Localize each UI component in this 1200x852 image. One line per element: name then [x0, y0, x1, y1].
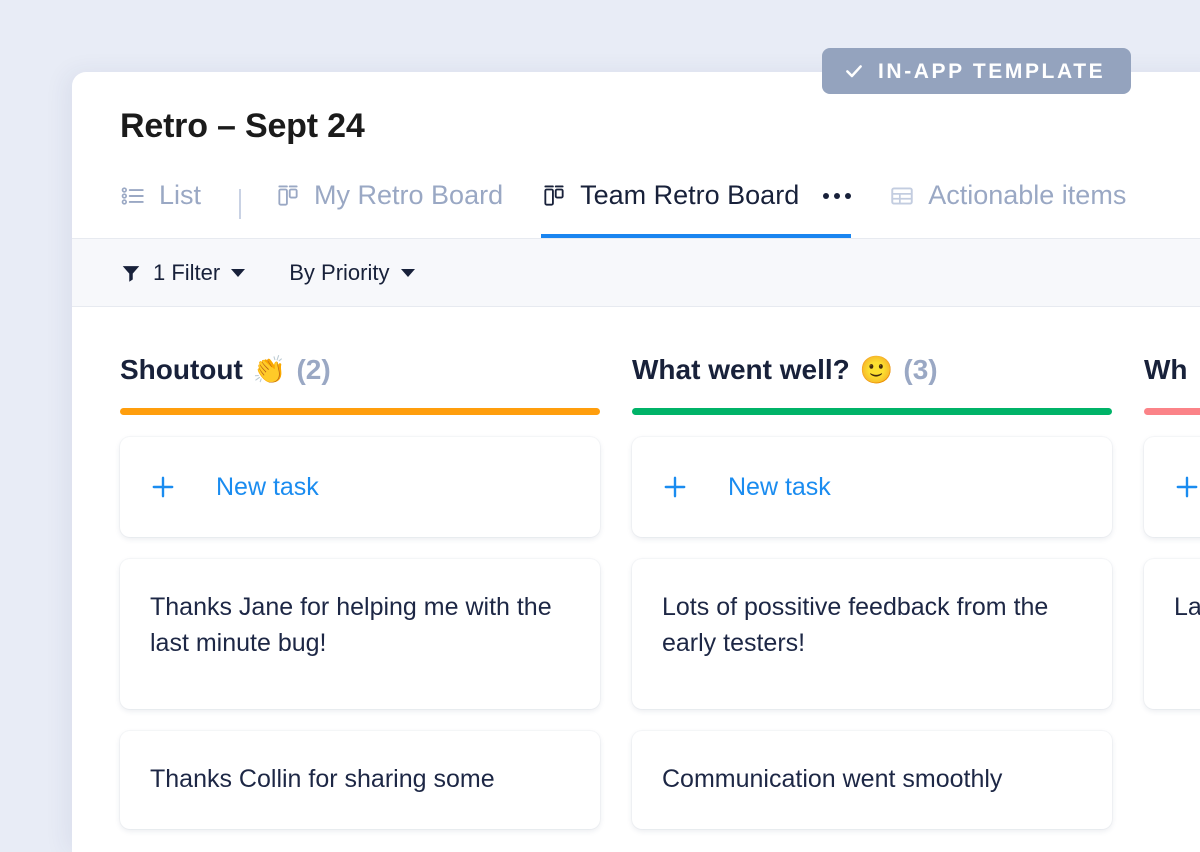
tab-actionable-items[interactable]: Actionable items [889, 167, 1126, 238]
filter-button[interactable]: 1 Filter [120, 259, 246, 285]
sort-label: By Priority [289, 259, 390, 285]
tab-actionable-items-label: Actionable items [928, 180, 1127, 211]
tab-my-retro-board[interactable]: My Retro Board [275, 167, 503, 238]
column-emoji: 👏 [252, 355, 287, 386]
column-header: Shoutout 👏 (2) [120, 355, 600, 386]
table-icon [891, 187, 913, 205]
new-task-label: New task [216, 472, 319, 501]
plus-icon [152, 476, 174, 498]
tab-team-retro-board-label: Team Retro Board [580, 180, 800, 211]
column-emoji: 🙂 [859, 355, 894, 386]
new-task-button[interactable]: New task [632, 437, 1112, 538]
funnel-icon [122, 266, 140, 282]
retro-board: Shoutout 👏 (2) New task Thanks Jane for … [72, 307, 1200, 830]
in-app-template-badge: IN-APP TEMPLATE [822, 48, 1132, 94]
filter-toolbar: 1 Filter By Priority [72, 239, 1200, 308]
board-icon [278, 185, 298, 206]
sort-button[interactable]: By Priority [289, 259, 415, 285]
tab-my-retro-board-label: My Retro Board [314, 180, 504, 211]
column-title: Shoutout [120, 354, 243, 386]
column-accent-bar [1144, 408, 1200, 416]
column-title: What went well? [632, 354, 850, 386]
new-task-button[interactable]: New task [1144, 437, 1200, 538]
list-icon [121, 187, 144, 205]
column-count: (3) [903, 354, 938, 386]
board-column-what-went-well: What went well? 🙂 (3) New task Lots of p… [632, 355, 1112, 830]
task-card[interactable]: Thanks Jane for helping me with the last… [120, 559, 600, 710]
new-task-label: New task [728, 472, 831, 501]
view-tabbar: List My Retro Board Team Retro Board Act… [72, 167, 1200, 240]
tab-list[interactable]: List [120, 167, 201, 238]
column-title: Wh [1144, 354, 1188, 386]
column-accent-bar [120, 408, 600, 416]
board-column-third: Wh New task La de [1144, 355, 1200, 777]
new-task-button[interactable]: New task [120, 437, 600, 538]
task-card[interactable]: Communication went smoothly [632, 731, 1112, 830]
tab-team-retro-board[interactable]: Team Retro Board [541, 167, 852, 239]
chevron-down-icon [400, 268, 415, 277]
ellipsis-icon[interactable] [823, 192, 852, 199]
chevron-down-icon [231, 268, 246, 277]
tab-divider [239, 189, 242, 220]
column-count: (2) [296, 354, 331, 386]
check-icon [846, 65, 862, 78]
task-card[interactable]: Lots of possitive feedback from the earl… [632, 559, 1112, 710]
plus-icon [664, 476, 686, 498]
column-header: Wh [1144, 355, 1200, 386]
filter-label: 1 Filter [153, 259, 221, 285]
board-icon [544, 185, 564, 206]
column-header: What went well? 🙂 (3) [632, 355, 1112, 386]
board-column-shoutout: Shoutout 👏 (2) New task Thanks Jane for … [120, 355, 600, 830]
badge-label: IN-APP TEMPLATE [878, 59, 1106, 83]
tab-list-label: List [159, 180, 202, 211]
task-card[interactable]: La de [1144, 559, 1200, 710]
plus-icon [1176, 476, 1198, 498]
app-window: Retro – Sept 24 List My Retro Board Team… [72, 72, 1200, 852]
column-accent-bar [632, 408, 1112, 416]
task-card[interactable]: Thanks Collin for sharing some [120, 731, 600, 830]
